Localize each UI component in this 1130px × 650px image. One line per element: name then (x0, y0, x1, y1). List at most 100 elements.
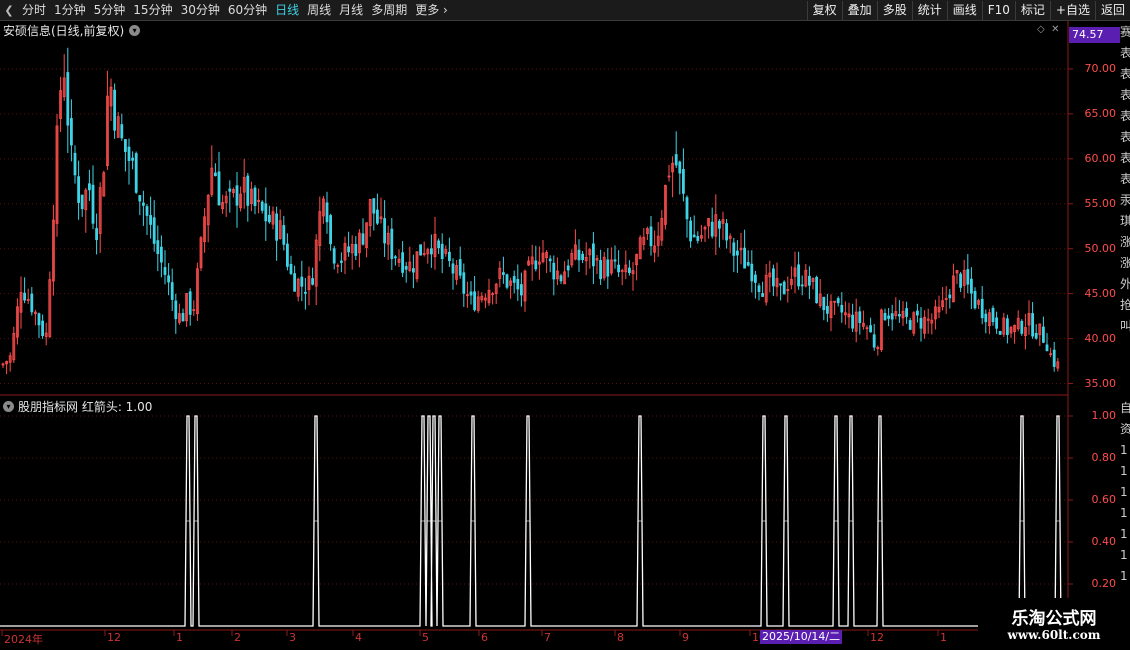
candle-body (581, 253, 584, 260)
chevron-down-icon[interactable]: ▾ (3, 401, 14, 412)
chart-area[interactable] (0, 0, 1130, 650)
candle-body (797, 264, 800, 287)
side-item[interactable]: 涨 (1120, 232, 1130, 253)
x-tick-label: 5 (422, 631, 429, 644)
candle-body (253, 187, 257, 206)
chevron-down-icon[interactable]: ▾ (129, 25, 141, 36)
candle-body (919, 317, 923, 329)
candle-body (617, 264, 620, 273)
candle-body (501, 272, 505, 275)
diamond-icon[interactable]: ◇ ✕ (1037, 24, 1059, 35)
candle-body (505, 274, 509, 288)
candle-body (152, 217, 156, 244)
x-tick-label: 9 (682, 631, 689, 644)
side-item[interactable]: 1 (1120, 440, 1130, 461)
candle-body (473, 291, 477, 311)
side-item[interactable]: 赛 (1120, 22, 1130, 43)
candle-body (757, 285, 761, 293)
x-tick-label: 1 (176, 631, 183, 644)
x-tick-label: 2024年 (4, 633, 43, 646)
candle-body (592, 243, 595, 267)
side-indicator-strip[interactable]: 自资1111111 (1120, 398, 1130, 587)
side-item[interactable]: 1 (1120, 503, 1130, 524)
side-item[interactable]: 抢 (1120, 295, 1130, 316)
candle-body (213, 172, 217, 177)
side-item[interactable]: 1 (1120, 566, 1130, 587)
side-item[interactable]: 自 (1120, 398, 1130, 419)
candle-body (566, 265, 570, 271)
side-item[interactable]: 1 (1120, 545, 1130, 566)
candle-body (70, 118, 73, 146)
cursor-date-tag: 2025/10/14/二 (760, 630, 842, 644)
candle-body (411, 268, 415, 273)
side-item[interactable]: 汞 (1120, 190, 1130, 211)
candle-body (782, 281, 786, 295)
side-item[interactable]: 表 (1120, 169, 1130, 190)
candle-body (613, 259, 617, 262)
candle-body (649, 226, 653, 247)
candle-body (548, 258, 552, 262)
side-item[interactable]: 外 (1120, 274, 1130, 295)
watermark-name: 乐淘公式网 (1011, 609, 1097, 629)
candle-body (285, 243, 289, 267)
candle-body (772, 268, 775, 287)
side-item[interactable]: 1 (1120, 482, 1130, 503)
side-item[interactable]: 表 (1120, 106, 1130, 127)
candle-body (124, 139, 127, 152)
close-icon[interactable]: ✕ (1051, 24, 1059, 35)
side-panel-strip[interactable]: 赛表表表表表表表汞琪涨涨外抢叫 (1120, 22, 1130, 337)
candle-body (822, 296, 826, 311)
side-item[interactable]: 表 (1120, 148, 1130, 169)
candle-body (120, 124, 124, 139)
y-tick-label: 55.00 (1084, 196, 1117, 210)
candle-body (628, 267, 631, 273)
x-tick-label: 1 (940, 631, 947, 644)
side-item[interactable]: 表 (1120, 127, 1130, 148)
candle-body (887, 315, 890, 319)
candle-body (718, 220, 721, 229)
candle-body (404, 266, 408, 270)
candle-body (339, 260, 343, 263)
candle-body (512, 276, 516, 283)
candle-body (437, 240, 441, 249)
side-item[interactable]: 1 (1120, 524, 1130, 545)
candle-body (372, 198, 376, 214)
candle-body (916, 310, 919, 316)
x-tick-label: 4 (355, 631, 362, 644)
candle-body (905, 308, 908, 317)
candle-body (973, 291, 977, 309)
side-item[interactable]: 1 (1120, 461, 1130, 482)
side-item[interactable]: 涨 (1120, 253, 1130, 274)
candle-body (383, 218, 387, 244)
candle-body (746, 262, 750, 266)
side-item[interactable]: 叫 (1120, 316, 1130, 337)
candle-body (347, 246, 351, 253)
candle-body (851, 314, 854, 329)
candle-body (995, 317, 998, 329)
candle-body (188, 291, 192, 315)
side-item[interactable]: 表 (1120, 64, 1130, 85)
candle-body (520, 284, 523, 296)
x-tick-label: 3 (289, 631, 296, 644)
candle-body (743, 247, 746, 269)
candle-body (869, 325, 872, 333)
candle-body (1052, 349, 1056, 367)
candle-body (991, 307, 995, 323)
side-item[interactable]: 表 (1120, 85, 1130, 106)
candle-body (577, 249, 581, 261)
candle-body (159, 246, 163, 263)
side-item[interactable]: 表 (1120, 43, 1130, 64)
main-pane-title: 安硕信息(日线,前复权) ▾ (3, 22, 144, 39)
candle-body (750, 263, 754, 282)
candle-body (41, 320, 44, 336)
candle-body (858, 311, 862, 323)
candle-body (1020, 320, 1024, 334)
candle-body (872, 334, 876, 348)
candle-body (552, 262, 556, 280)
candle-body (736, 250, 739, 256)
side-item[interactable]: 琪 (1120, 211, 1130, 232)
y-tick-label: 45.00 (1084, 286, 1117, 300)
side-item[interactable]: 资 (1120, 419, 1130, 440)
candle-body (217, 171, 221, 206)
y-tick-label: 40.00 (1084, 331, 1117, 345)
